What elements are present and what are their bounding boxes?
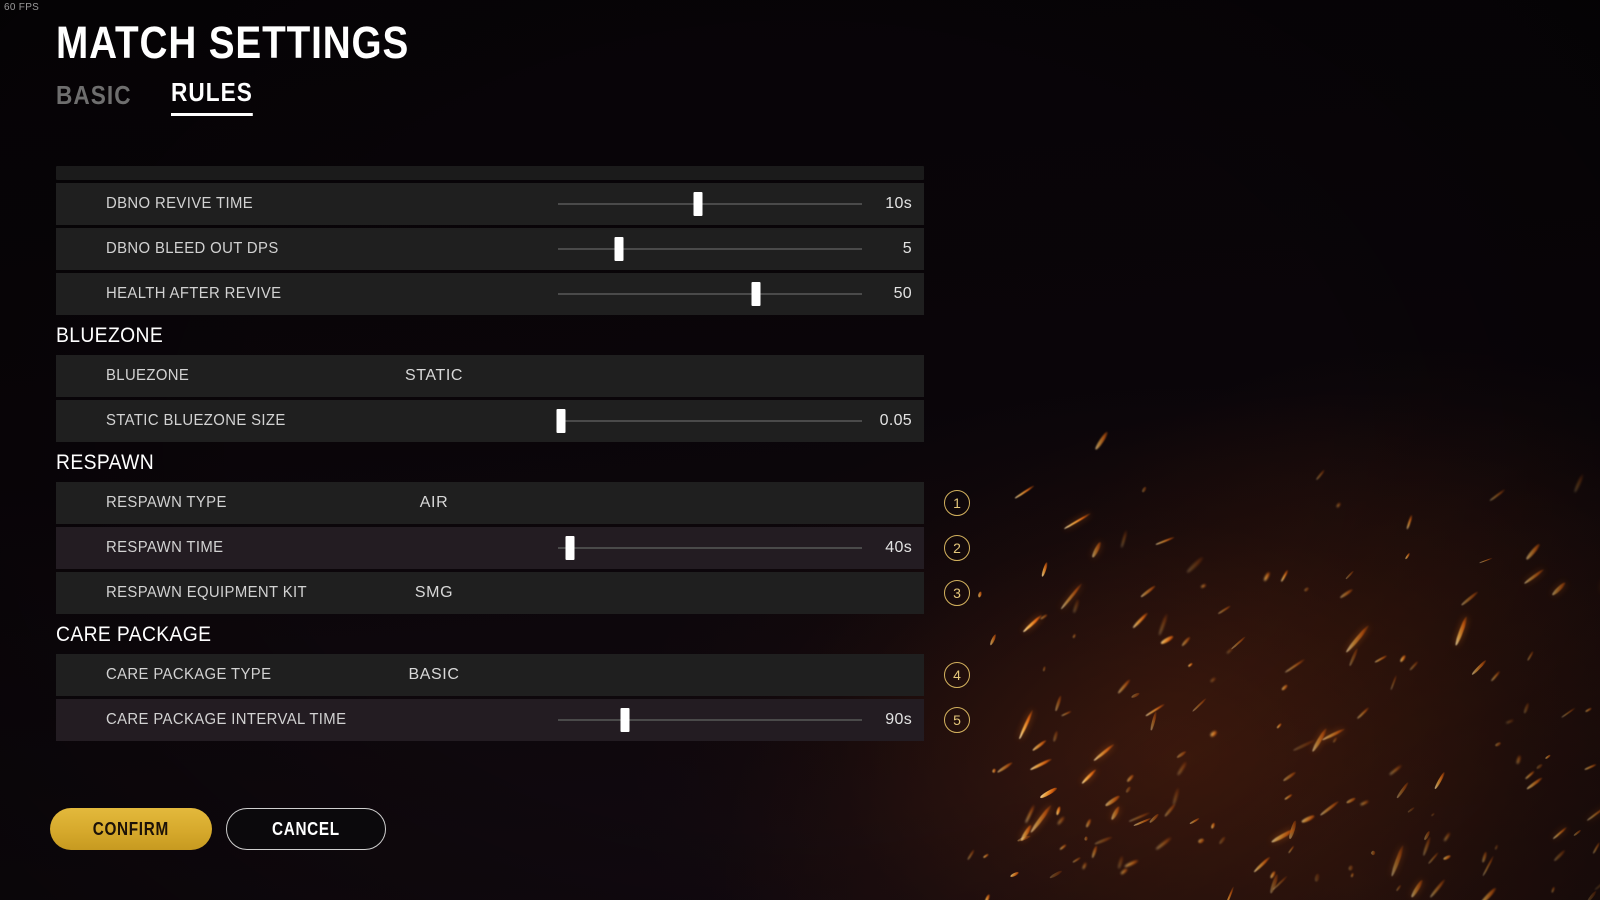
settings-row[interactable]: CARE PACKAGE TYPE BASIC 4 xyxy=(56,654,970,696)
annotation-badge-4: 4 xyxy=(944,662,970,688)
settings-row-label: RESPAWN TIME xyxy=(106,539,224,556)
settings-slider[interactable] xyxy=(558,699,862,741)
slider-handle[interactable] xyxy=(614,237,624,261)
settings-row-value: 40s xyxy=(885,539,912,556)
page-title: MATCH SETTINGS xyxy=(56,17,410,68)
annotation-badge-1: 1 xyxy=(944,490,970,516)
settings-row[interactable]: RESPAWN EQUIPMENT KIT SMG 3 xyxy=(56,572,970,614)
screen-header: MATCH SETTINGS BASIC RULES xyxy=(56,20,467,116)
settings-row[interactable]: DBNO REVIVE TIME 10s xyxy=(56,183,924,225)
tab-rules[interactable]: RULES xyxy=(170,77,253,116)
settings-slider[interactable] xyxy=(558,527,862,569)
settings-row-value: 0.05 xyxy=(879,412,912,429)
settings-row[interactable]: CARE PACKAGE INTERVAL TIME 90s 5 xyxy=(56,699,970,741)
settings-row[interactable]: BLUEZONE STATIC xyxy=(56,355,924,397)
slider-track[interactable] xyxy=(558,708,862,732)
settings-row-value[interactable]: SMG xyxy=(0,584,868,602)
settings-row[interactable]: DBNO BLEED OUT DPS 5 xyxy=(56,228,924,270)
section-title: CARE PACKAGE xyxy=(56,623,212,646)
section-title: RESPAWN xyxy=(56,451,155,474)
slider-handle[interactable] xyxy=(693,192,703,216)
settings-slider[interactable] xyxy=(556,400,862,442)
tab-bar: BASIC RULES xyxy=(56,77,467,116)
settings-row-value: 5 xyxy=(902,240,912,257)
slider-handle[interactable] xyxy=(751,282,761,306)
settings-row-value: 50 xyxy=(893,285,912,302)
section-title: BLUEZONE xyxy=(56,324,164,347)
slider-handle[interactable] xyxy=(620,708,630,732)
annotation-badge-3: 3 xyxy=(944,580,970,606)
settings-row-value: 90s xyxy=(885,711,912,728)
scrolled-partial-row xyxy=(56,166,924,180)
fps-counter: 60 FPS xyxy=(4,2,40,13)
confirm-button[interactable]: CONFIRM xyxy=(50,808,212,850)
settings-row[interactable]: HEALTH AFTER REVIVE 50 xyxy=(56,273,924,315)
settings-row-label: CARE PACKAGE INTERVAL TIME xyxy=(106,711,347,728)
confirm-button-label: CONFIRM xyxy=(92,818,170,839)
slider-track[interactable] xyxy=(556,409,862,433)
footer-actions: CONFIRM CANCEL xyxy=(50,808,386,850)
slider-handle[interactable] xyxy=(556,409,566,433)
settings-row[interactable]: STATIC BLUEZONE SIZE 0.05 xyxy=(56,400,924,442)
slider-track[interactable] xyxy=(558,282,862,306)
settings-row-value[interactable]: STATIC xyxy=(0,367,868,385)
settings-row[interactable]: RESPAWN TYPE AIR 1 xyxy=(56,482,970,524)
settings-row-label: HEALTH AFTER REVIVE xyxy=(106,285,282,302)
settings-slider[interactable] xyxy=(558,228,862,270)
slider-track[interactable] xyxy=(558,237,862,261)
settings-row-label: DBNO BLEED OUT DPS xyxy=(106,240,279,257)
slider-handle[interactable] xyxy=(565,536,575,560)
annotation-badge-5: 5 xyxy=(944,707,970,733)
settings-panel: DBNO REVIVE TIME 10s DBNO BLEED OUT DPS 5 HE… xyxy=(56,166,970,744)
settings-row-value: 10s xyxy=(885,195,912,212)
tab-basic[interactable]: BASIC xyxy=(56,80,132,116)
settings-row-label: DBNO REVIVE TIME xyxy=(106,195,254,212)
annotation-badge-2: 2 xyxy=(944,535,970,561)
cancel-button-label: CANCEL xyxy=(272,818,340,839)
cancel-button[interactable]: CANCEL xyxy=(226,808,386,850)
settings-row[interactable]: RESPAWN TIME 40s 2 xyxy=(56,527,970,569)
settings-row-value[interactable]: AIR xyxy=(0,494,868,512)
slider-track[interactable] xyxy=(558,192,862,216)
settings-slider[interactable] xyxy=(558,183,862,225)
slider-track[interactable] xyxy=(558,536,862,560)
settings-slider[interactable] xyxy=(558,273,862,315)
settings-row-label: STATIC BLUEZONE SIZE xyxy=(106,412,286,429)
settings-row-value[interactable]: BASIC xyxy=(0,666,868,684)
